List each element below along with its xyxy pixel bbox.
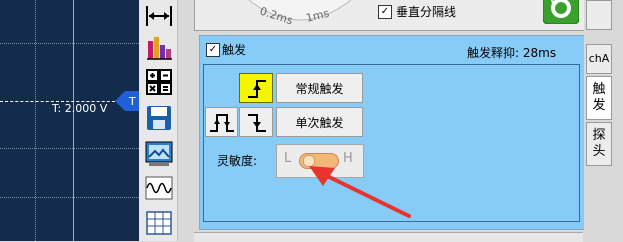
time-cursor-line	[73, 0, 74, 241]
single-trigger-button[interactable]: 单次触发	[276, 107, 363, 137]
timebase-dial[interactable]: 0.2ms 1ms	[245, 0, 355, 30]
image-icon[interactable]	[145, 139, 173, 167]
h-stretch-icon[interactable]	[145, 2, 173, 30]
tab-strip	[584, 0, 623, 241]
refresh-button[interactable]	[543, 0, 579, 24]
both-edge-button[interactable]	[205, 107, 238, 137]
grid-icon[interactable]	[145, 209, 173, 237]
waveform-icon[interactable]	[145, 174, 173, 202]
calculator-icon[interactable]	[145, 68, 173, 96]
slider-low-label: L	[284, 151, 292, 166]
save-icon[interactable]	[145, 104, 173, 132]
rising-edge-button[interactable]	[239, 73, 273, 103]
trigger-enable-label: 触发	[222, 43, 247, 57]
tool-sidebar	[139, 0, 178, 241]
falling-edge-icon	[248, 114, 266, 132]
rising-edge-icon	[248, 80, 266, 98]
vertical-divider-checkbox[interactable]: ✓	[378, 5, 392, 19]
both-edge-icon	[210, 114, 234, 132]
grid-line	[0, 43, 139, 44]
grid-line	[35, 0, 36, 241]
trigger-marker-label: T	[128, 95, 136, 108]
spectrum-icon[interactable]	[145, 33, 173, 61]
sensitivity-label: 灵敏度:	[217, 154, 258, 168]
vertical-divider-label: 垂直分隔线	[396, 5, 457, 19]
trigger-marker-icon[interactable]: T	[115, 91, 139, 111]
grid-line	[0, 197, 139, 198]
tab-trigger[interactable]: 触 发	[586, 76, 612, 120]
tab-probe[interactable]: 探 头	[586, 122, 612, 166]
tab-cha[interactable]: chA	[586, 44, 612, 74]
trigger-enable-checkbox[interactable]: ✓	[206, 43, 220, 57]
trigger-level-label: T: 2.000 V	[52, 102, 108, 115]
falling-edge-button[interactable]	[239, 107, 273, 137]
tab-top[interactable]	[586, 0, 612, 30]
scope-display[interactable]: T: 2.000 V T	[0, 0, 139, 241]
annotation-arrow-icon	[309, 166, 411, 218]
grid-line	[0, 148, 139, 149]
trigger-holdoff-label: 触发释抑: 28ms	[467, 46, 557, 60]
normal-trigger-button[interactable]: 常规触发	[276, 73, 363, 103]
